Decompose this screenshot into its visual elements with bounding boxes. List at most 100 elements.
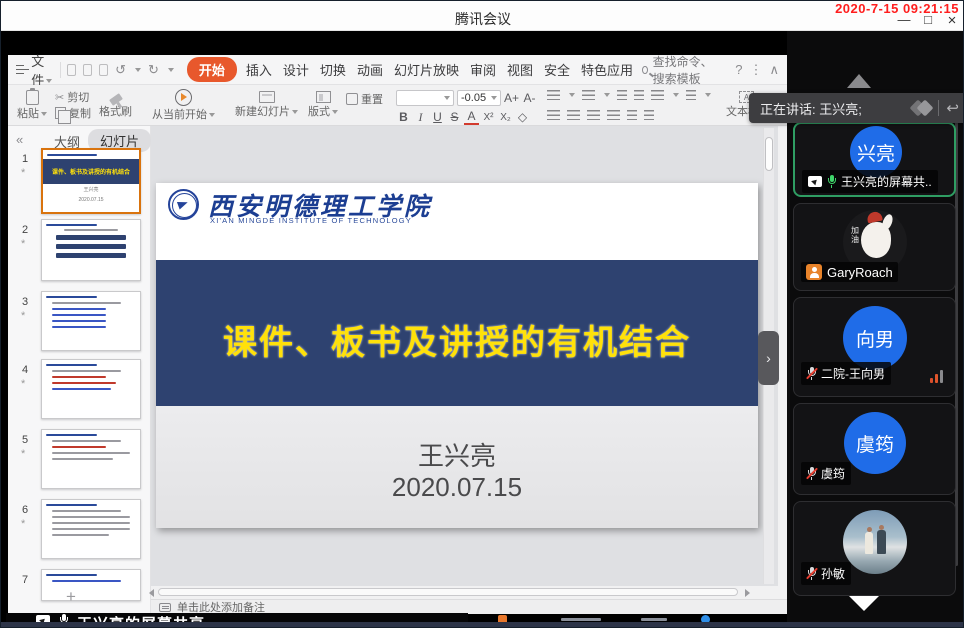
- bullet-list-icon[interactable]: [547, 90, 560, 100]
- subscript-button[interactable]: X₂: [498, 112, 513, 123]
- slide-thumbnail-1[interactable]: 课件、板书及讲授的有机结合 王兴亮 2020.07.15: [41, 148, 141, 214]
- participant-label: GaryRoach: [801, 262, 898, 282]
- participant-tile-garyroach[interactable]: 加油 GaryRoach: [793, 203, 956, 291]
- collapse-ribbon-icon[interactable]: ∧: [770, 62, 780, 78]
- play-icon: [175, 89, 192, 106]
- animation-marker: *: [21, 448, 25, 460]
- superscript-button[interactable]: X²: [481, 112, 496, 123]
- hamburger-menu-icon[interactable]: [16, 65, 24, 74]
- underline-button[interactable]: U: [430, 110, 445, 124]
- quickbar-dropdown-icon[interactable]: [168, 68, 174, 72]
- mic-muted-icon: [807, 367, 816, 380]
- title-band: 课件、板书及讲授的有机结合: [156, 260, 758, 406]
- text-direction-icon[interactable]: [651, 90, 664, 100]
- help-icon[interactable]: ?: [735, 62, 742, 77]
- expand-panel-button[interactable]: ›: [758, 331, 779, 385]
- tab-design[interactable]: 设计: [281, 57, 311, 82]
- tab-security[interactable]: 安全: [542, 57, 572, 82]
- slide-thumbnail-7[interactable]: [41, 569, 141, 601]
- tencent-meeting-window: 腾讯会议 2020-7-15 09:21:15 — □ × 文件 ↺ ↻ 开始 …: [0, 0, 964, 628]
- scroll-right-icon[interactable]: [745, 589, 750, 597]
- undo-icon[interactable]: ↺: [115, 62, 126, 78]
- tab-review[interactable]: 审阅: [468, 57, 498, 82]
- play-from-current-button[interactable]: 从当前开始: [150, 87, 217, 124]
- tab-home[interactable]: 开始: [187, 57, 237, 82]
- poor-signal-icon: [930, 370, 943, 383]
- tab-view[interactable]: 视图: [505, 57, 535, 82]
- print-icon[interactable]: [83, 64, 92, 76]
- animation-marker: *: [21, 238, 25, 250]
- thumb-logo-line: [47, 154, 97, 156]
- slide-number: 6: [22, 504, 28, 516]
- copy-icon: [55, 107, 66, 119]
- bold-button[interactable]: B: [396, 110, 411, 124]
- shared-wps-presentation: 文件 ↺ ↻ 开始 插入 设计 切换 动画 幻灯片放映 审阅 视图 安全 特色应…: [8, 55, 787, 614]
- command-search[interactable]: 查找命令、搜索模板: [642, 53, 718, 87]
- strikethrough-button[interactable]: S: [447, 110, 462, 124]
- justify-icon[interactable]: [607, 110, 620, 120]
- horizontal-scrollbar[interactable]: [158, 588, 738, 596]
- brush-icon: [109, 93, 123, 106]
- new-slide-button[interactable]: 新建幻灯片: [233, 89, 300, 121]
- avatar: [843, 510, 907, 574]
- participant-tile-sunmin[interactable]: 孙敏: [793, 501, 956, 596]
- slide-thumbnail-6[interactable]: [41, 499, 141, 559]
- paste-button[interactable]: 粘贴: [15, 88, 49, 123]
- distribute-icon[interactable]: [627, 110, 637, 120]
- layout-button[interactable]: 版式: [306, 89, 340, 121]
- slide-thumbnail-5[interactable]: [41, 429, 141, 489]
- save-icon[interactable]: [67, 64, 76, 76]
- vertical-scrollbar-thumb[interactable]: [765, 137, 773, 171]
- align-left-icon[interactable]: [547, 110, 560, 120]
- align-center-icon[interactable]: [567, 110, 580, 120]
- participant-tile-wangxingliang[interactable]: 兴亮 王兴亮的屏幕共..: [793, 122, 956, 197]
- slide-thumbnail-4[interactable]: [41, 359, 141, 419]
- tab-special-apps[interactable]: 特色应用: [579, 57, 635, 82]
- more-icon[interactable]: ⋮: [750, 62, 763, 78]
- clear-format-button[interactable]: ◇: [515, 110, 530, 124]
- decrease-indent-icon[interactable]: [617, 90, 627, 100]
- columns-icon[interactable]: [644, 110, 654, 120]
- reset-button[interactable]: 重置: [346, 91, 383, 107]
- minimize-button[interactable]: —: [895, 12, 913, 27]
- font-size-combo[interactable]: -0.05: [457, 90, 501, 106]
- collapse-panel-button[interactable]: «: [16, 132, 23, 147]
- decrease-font-button[interactable]: A-: [522, 91, 537, 105]
- tab-slideshow[interactable]: 幻灯片放映: [392, 57, 461, 82]
- copy-button[interactable]: 复制: [55, 105, 91, 121]
- preview-icon[interactable]: [99, 64, 108, 76]
- line-spacing-icon[interactable]: [686, 90, 696, 100]
- maximize-button[interactable]: □: [919, 12, 937, 27]
- increase-font-button[interactable]: A+: [504, 91, 519, 105]
- italic-button[interactable]: I: [413, 110, 428, 125]
- file-menu[interactable]: 文件: [31, 51, 52, 89]
- current-slide[interactable]: 西安明德理工学院 XI'AN MINGDE INSTITUTE OF TECHN…: [156, 183, 758, 528]
- align-right-icon[interactable]: [587, 110, 600, 120]
- cut-button[interactable]: ✂剪切: [55, 89, 91, 105]
- slide-title: 课件、板书及讲授的有机结合: [156, 315, 758, 364]
- redo-icon[interactable]: ↻: [148, 62, 159, 78]
- close-button[interactable]: ×: [943, 12, 961, 29]
- participant-tile-wangxiangnan[interactable]: 向男 二院-王向男: [793, 297, 956, 397]
- numbered-list-icon[interactable]: [582, 90, 595, 100]
- notes-bar[interactable]: 单击此处添加备注: [151, 599, 787, 614]
- avatar: 虞筠: [844, 412, 906, 474]
- format-painter-button[interactable]: 格式刷: [97, 90, 134, 121]
- font-name-combo[interactable]: [396, 90, 454, 106]
- tab-animation[interactable]: 动画: [355, 57, 385, 82]
- slide-thumbnail-2[interactable]: [41, 219, 141, 281]
- scroll-down-icon[interactable]: [849, 596, 879, 611]
- participant-tile-yujun[interactable]: 虞筠 虞筠: [793, 403, 956, 495]
- participant-label: 虞筠: [801, 462, 851, 485]
- reply-arrow-icon[interactable]: ↩: [946, 99, 959, 117]
- increase-indent-icon[interactable]: [634, 90, 644, 100]
- status-bar-fragment: [561, 618, 601, 621]
- scroll-left-icon[interactable]: [149, 589, 154, 597]
- mic-on-icon: [827, 175, 836, 188]
- font-color-button[interactable]: A: [464, 109, 479, 125]
- scroll-up-icon[interactable]: [847, 74, 871, 88]
- slide-thumbnail-3[interactable]: [41, 291, 141, 351]
- tab-transition[interactable]: 切换: [318, 57, 348, 82]
- tab-insert[interactable]: 插入: [244, 57, 274, 82]
- add-slide-button[interactable]: +: [66, 587, 76, 607]
